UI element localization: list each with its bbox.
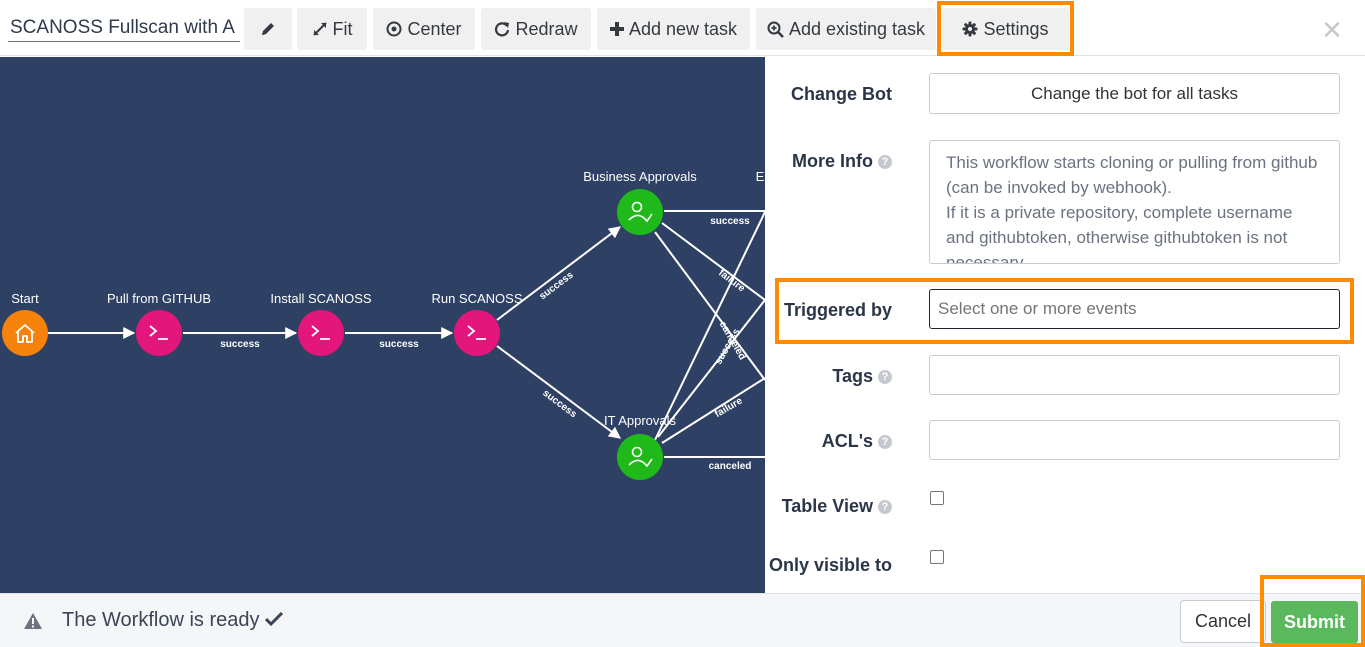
only-visible-label: Only visible to — [768, 555, 892, 575]
tags-label: Tags ? — [832, 366, 892, 387]
node-it-approvals[interactable] — [617, 434, 663, 480]
plus-icon — [609, 22, 624, 36]
change-bot-label: Change Bot — [791, 84, 892, 104]
gear-icon — [962, 21, 978, 37]
only-visible-checkbox[interactable] — [930, 550, 944, 564]
node-run-scanoss[interactable] — [454, 310, 500, 356]
edge-label-business-failure: failure — [716, 268, 747, 295]
pencil-icon — [260, 21, 276, 37]
acls-label: ACL's ? — [822, 431, 892, 452]
refresh-icon — [494, 21, 510, 37]
workflow-canvas[interactable]: success success success success success … — [0, 57, 765, 593]
question-circle-icon: ? — [878, 369, 892, 384]
triggered-by-label: Triggered by — [783, 300, 892, 320]
toolbar: Fit Center Redraw Add new task Add exist — [0, 0, 1365, 56]
more-info-label: More Info ? — [792, 151, 892, 172]
edit-name-button[interactable] — [244, 8, 292, 50]
settings-label: Settings — [983, 18, 1049, 39]
warning-icon — [23, 612, 43, 635]
edge-label-install-run: success — [379, 339, 419, 350]
node-label-start: Start — [11, 291, 39, 306]
redraw-button[interactable]: Redraw — [481, 8, 591, 50]
node-start[interactable] — [2, 310, 48, 356]
table-view-checkbox[interactable] — [930, 491, 944, 505]
node-label-business: Business Approvals — [583, 169, 697, 184]
node-label-install: Install SCANOSS — [270, 291, 371, 306]
node-install-scanoss[interactable] — [298, 310, 344, 356]
node-label-run: Run SCANOSS — [431, 291, 522, 306]
acls-input[interactable] — [929, 420, 1340, 460]
table-view-label: Table View ? — [782, 496, 892, 517]
node-label-partial: E — [756, 169, 765, 184]
zoom-in-icon — [767, 21, 784, 38]
node-pull-github[interactable] — [136, 310, 182, 356]
node-label-pull: Pull from GITHUB — [107, 291, 211, 306]
question-circle-icon: ? — [878, 154, 892, 169]
add-existing-task-button[interactable]: Add existing task — [756, 8, 936, 50]
workflow-name-input[interactable] — [8, 14, 240, 42]
target-icon — [386, 21, 402, 37]
close-icon[interactable]: ✕ — [1318, 15, 1346, 45]
fit-label: Fit — [332, 18, 353, 39]
settings-panel: Change Bot Change the bot for all tasks … — [765, 57, 1365, 593]
center-button[interactable]: Center — [373, 8, 475, 50]
edge-business-canceled — [654, 231, 765, 381]
node-business-approvals[interactable] — [617, 189, 663, 235]
fit-button[interactable]: Fit — [297, 8, 367, 50]
edge-label-it-failure: failure — [713, 395, 745, 420]
submit-button[interactable]: Submit — [1271, 601, 1358, 643]
edge-label-business-out: success — [710, 216, 750, 227]
question-circle-icon: ? — [878, 434, 892, 449]
workflow-editor: Fit Center Redraw Add new task Add exist — [0, 0, 1365, 647]
edge-label-it-canceled: canceled — [709, 461, 752, 472]
edge-run-it — [496, 345, 621, 439]
redraw-label: Redraw — [515, 18, 578, 39]
triggered-by-input[interactable] — [929, 289, 1340, 329]
change-bot-button[interactable]: Change the bot for all tasks — [929, 73, 1340, 114]
edge-label-pull-install: success — [220, 339, 260, 350]
check-icon — [264, 609, 284, 631]
expand-icon — [312, 21, 328, 37]
cancel-button[interactable]: Cancel — [1180, 600, 1266, 643]
workflow-graph: success success success success success … — [2, 169, 765, 480]
edge-run-business — [496, 226, 621, 321]
settings-button[interactable]: Settings — [942, 8, 1069, 50]
node-label-it: IT Approvals — [604, 413, 677, 428]
more-info-textarea[interactable]: This workflow starts cloning or pulling … — [929, 140, 1340, 264]
add-existing-task-label: Add existing task — [788, 18, 926, 39]
edge-it-extra — [654, 211, 765, 441]
add-new-task-label: Add new task — [628, 18, 738, 39]
question-circle-icon: ? — [878, 499, 892, 514]
center-label: Center — [407, 18, 462, 39]
tags-input[interactable] — [929, 355, 1340, 395]
workflow-status: The Workflow is ready — [62, 609, 284, 632]
add-new-task-button[interactable]: Add new task — [597, 8, 750, 50]
footer-bar: The Workflow is ready Cancel Submit — [0, 593, 1365, 647]
